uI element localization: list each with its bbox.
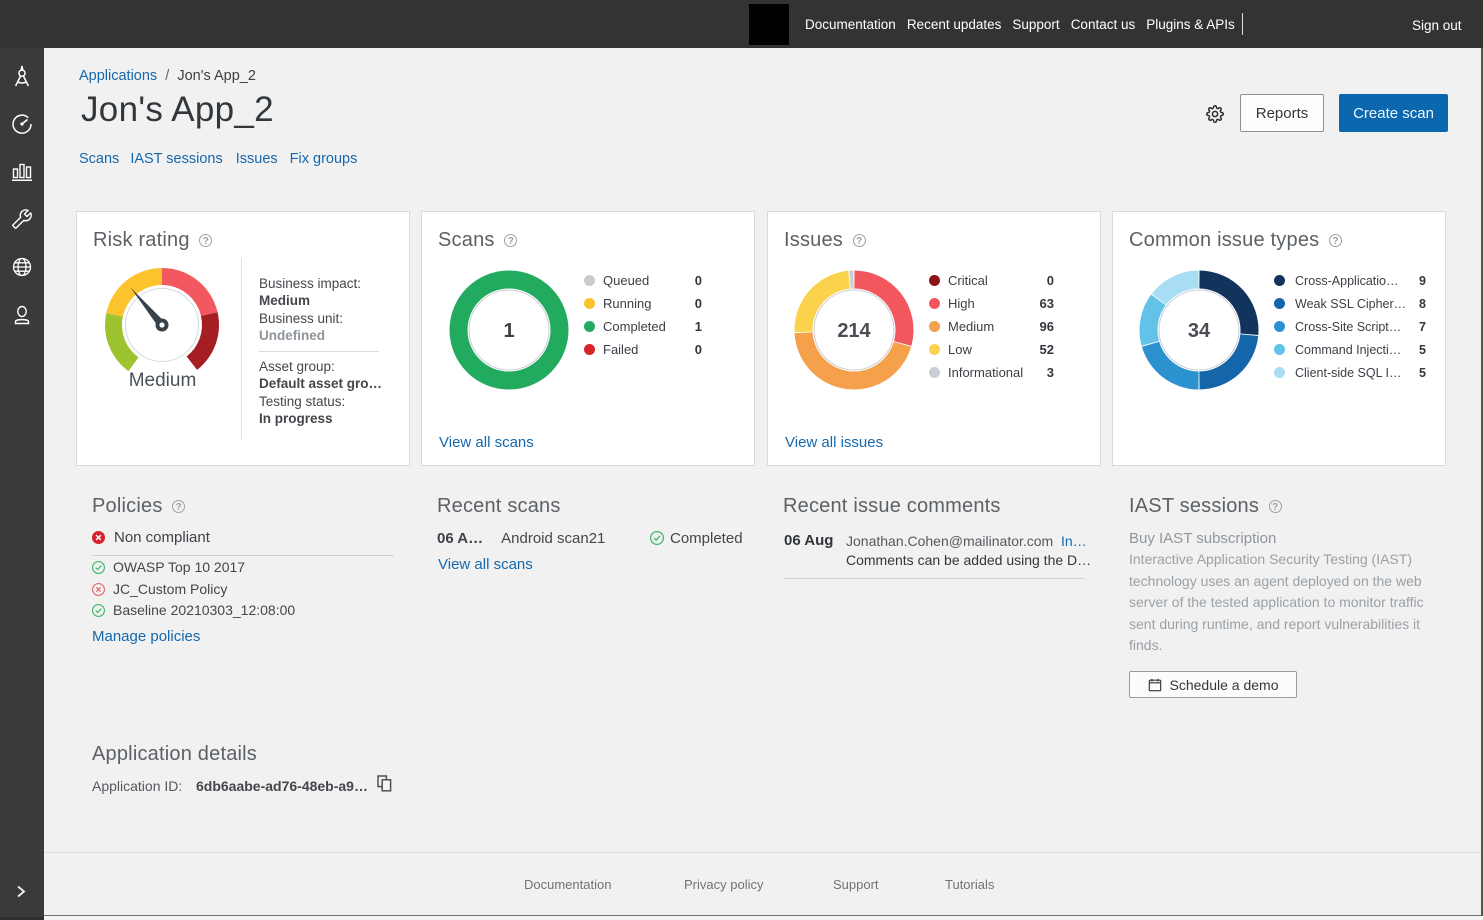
svg-text:214: 214 — [837, 320, 871, 342]
svg-text:34: 34 — [1188, 320, 1211, 342]
svg-text:1: 1 — [503, 320, 514, 342]
